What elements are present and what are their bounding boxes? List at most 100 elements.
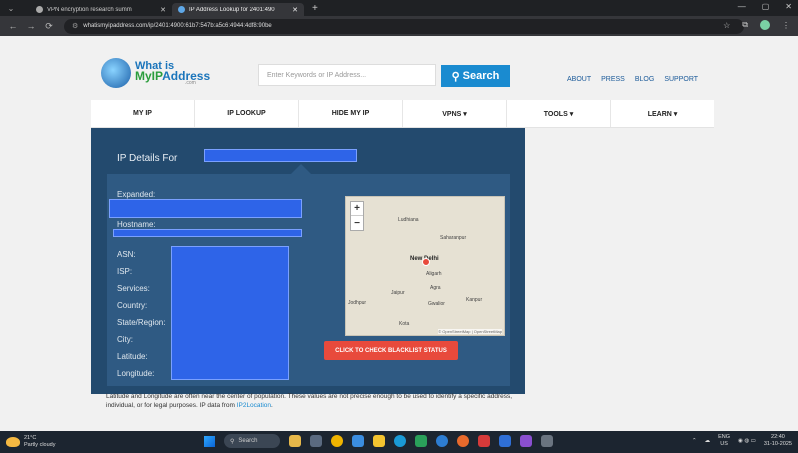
weather-widget[interactable]: 21°C Partly cloudy: [6, 435, 56, 449]
label-expanded: Expanded:: [117, 190, 156, 199]
file-explorer-icon[interactable]: [373, 435, 385, 447]
map-city: Kota: [399, 321, 410, 327]
geo-disclaimer: Latitude and Longitude are often near th…: [106, 393, 513, 409]
back-icon[interactable]: ←: [8, 21, 18, 31]
zoom-out-button[interactable]: −: [351, 216, 363, 230]
label-state: State/Region:: [117, 318, 166, 327]
store-icon[interactable]: [415, 435, 427, 447]
tab-search-icon[interactable]: ⌄: [4, 2, 18, 14]
app-icon[interactable]: [520, 435, 532, 447]
site-header: What is MyIPAddress .com Enter Keywords …: [91, 36, 711, 98]
search-button-label: Search: [462, 70, 500, 82]
kebab-menu-icon[interactable]: ⋮: [782, 21, 790, 30]
chevron-up-icon[interactable]: ⌃: [692, 438, 697, 444]
app-icon[interactable]: [352, 435, 364, 447]
link-press[interactable]: PRESS: [601, 76, 625, 83]
ip-details-panel: IP Details For Expanded: Hostname: ASN: …: [91, 128, 525, 394]
nav-my-ip[interactable]: MY IP: [91, 100, 195, 127]
cloud-icon[interactable]: ☁: [705, 438, 711, 444]
window-controls: — ▢ ✕: [738, 2, 792, 11]
main-nav: MY IP IP LOOKUP HIDE MY IP VPNS ▾ TOOLS …: [91, 100, 714, 128]
site-logo[interactable]: What is MyIPAddress .com: [101, 58, 210, 88]
map-city: Saharanpur: [440, 235, 467, 241]
globe-logo-icon: [101, 58, 131, 88]
hp-icon[interactable]: [436, 435, 448, 447]
language-indicator[interactable]: ENG US: [718, 434, 730, 448]
redacted-ip-address: [204, 149, 357, 162]
tab-favicon-icon: [36, 6, 43, 13]
reload-icon[interactable]: ⟳: [44, 21, 54, 32]
label-hostname: Hostname:: [117, 220, 156, 229]
partly-cloudy-icon: [6, 437, 20, 447]
nav-ip-lookup[interactable]: IP LOOKUP: [195, 100, 299, 127]
tab-vpn-research[interactable]: VPN encryption research summ ✕: [30, 3, 172, 16]
check-blacklist-button[interactable]: CLICK TO CHECK BLACKLIST STATUS: [324, 341, 458, 360]
map-city: Agra: [430, 285, 441, 291]
url-text: whatismyipaddress.com/ip/2401:4900:61b7:…: [83, 23, 272, 29]
panel-caret: [291, 164, 311, 174]
chrome-icon[interactable]: [331, 435, 343, 447]
wifi-volume-battery-icon[interactable]: ◉ ◍ ▭: [738, 438, 756, 444]
app-icon[interactable]: [499, 435, 511, 447]
weather-desc: Partly cloudy: [24, 442, 56, 448]
clock[interactable]: 22:40 31-10-2025: [764, 434, 792, 448]
label-services: Services:: [117, 284, 150, 293]
mcafee-icon[interactable]: [478, 435, 490, 447]
map-city: Kanpur: [466, 297, 483, 303]
nav-learn[interactable]: LEARN ▾: [611, 100, 714, 127]
label-longitude: Longitude:: [117, 369, 155, 378]
map-city: Jaipur: [391, 290, 405, 296]
forward-icon[interactable]: →: [26, 21, 36, 31]
map-attribution[interactable]: © OpenStreetMap | OpenStreetMap: [438, 329, 502, 334]
nav-hide-my-ip[interactable]: HIDE MY IP: [299, 100, 403, 127]
redacted-expanded: [109, 199, 302, 218]
tab-ip-lookup[interactable]: IP Address Lookup for 2401:490 ✕: [172, 3, 304, 16]
browser-tab-bar: ⌄ VPN encryption research summ ✕ IP Addr…: [0, 0, 798, 16]
link-about[interactable]: ABOUT: [567, 76, 591, 83]
nav-tools[interactable]: TOOLS ▾: [507, 100, 611, 127]
extensions-icon[interactable]: ⧉: [742, 20, 748, 30]
close-icon[interactable]: ✕: [292, 6, 298, 14]
map-city: Jodhpur: [348, 300, 367, 306]
windows-start-icon[interactable]: [204, 435, 215, 447]
system-tray: ⌃ ☁ ENG US ◉ ◍ ▭ 22:40 31-10-2025: [692, 434, 792, 448]
ip2location-link[interactable]: IP2Location: [237, 402, 271, 409]
search-button[interactable]: ⚲ Search: [441, 65, 510, 87]
new-tab-icon[interactable]: +: [312, 3, 318, 14]
bookmark-star-icon[interactable]: ☆: [723, 21, 730, 30]
logo-line2: MyIPAddress: [135, 68, 211, 83]
tab-title: VPN encryption research summ: [47, 6, 132, 13]
widgets-icon[interactable]: [289, 435, 301, 447]
link-blog[interactable]: BLOG: [635, 76, 654, 83]
label-asn: ASN:: [117, 250, 136, 259]
location-map[interactable]: + − Ludhiana Saharanpur New Delhi Aligar…: [345, 196, 505, 336]
ip-details-title: IP Details For: [117, 153, 178, 164]
search-input[interactable]: Enter Keywords or IP Address...: [258, 64, 436, 86]
redacted-hostname: [113, 229, 302, 237]
edge-icon[interactable]: [394, 435, 406, 447]
profile-avatar[interactable]: [760, 20, 770, 30]
minimize-icon[interactable]: —: [738, 2, 746, 11]
link-support[interactable]: SUPPORT: [664, 76, 698, 83]
label-isp: ISP:: [117, 267, 133, 276]
zoom-in-button[interactable]: +: [351, 202, 363, 216]
label-latitude: Latitude:: [117, 352, 148, 361]
redacted-values: [171, 246, 289, 380]
taskbar-apps: ⚲ Search: [204, 434, 553, 448]
map-city: Ludhiana: [398, 217, 419, 223]
maximize-icon[interactable]: ▢: [762, 2, 770, 11]
terminal-icon[interactable]: [541, 435, 553, 447]
taskbar-search[interactable]: ⚲ Search: [224, 434, 280, 448]
web-page: What is MyIPAddress .com Enter Keywords …: [0, 36, 798, 431]
site-info-icon[interactable]: ⚙: [72, 22, 78, 30]
task-view-icon[interactable]: [310, 435, 322, 447]
close-icon[interactable]: ✕: [160, 6, 166, 14]
map-city: Aligarh: [426, 271, 442, 277]
close-window-icon[interactable]: ✕: [785, 2, 792, 11]
location-pin-icon: [422, 258, 430, 266]
nav-vpns[interactable]: VPNS ▾: [403, 100, 507, 127]
windows-taskbar: 21°C Partly cloudy ⚲ Search ⌃ ☁ ENG US ◉ …: [0, 431, 798, 453]
app-icon[interactable]: [457, 435, 469, 447]
url-field[interactable]: ⚙ whatismyipaddress.com/ip/2401:4900:61b…: [64, 18, 744, 34]
tab-favicon-icon: [178, 6, 185, 13]
